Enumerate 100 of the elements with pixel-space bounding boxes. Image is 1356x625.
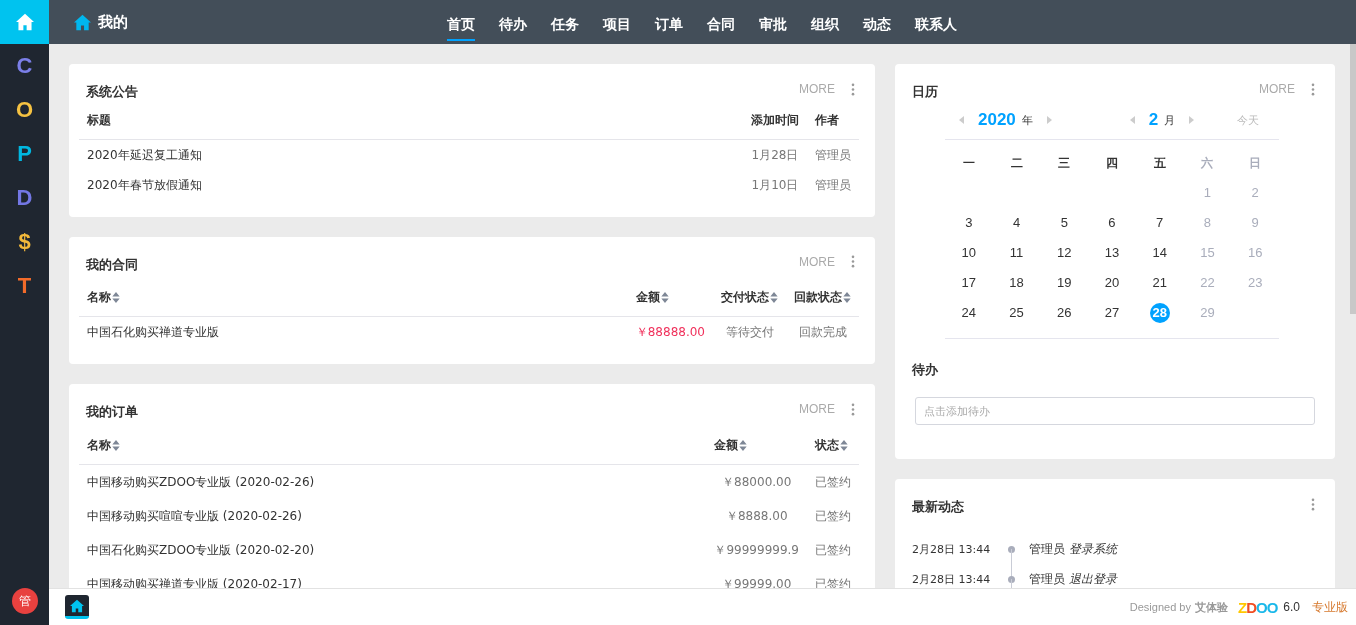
weekday-label: 四 — [1105, 155, 1119, 172]
weekday-label: 三 — [1057, 155, 1072, 172]
calendar-day[interactable]: 3 — [958, 213, 979, 233]
table-cell: ￥8888.00 — [725, 508, 788, 523]
calendar-day[interactable]: 11 — [1006, 243, 1027, 263]
app-letter: D — [16, 185, 33, 211]
calendar-day[interactable]: 10 — [958, 243, 979, 263]
table-cell[interactable]: 中国石化购买禅道专业版 — [87, 325, 219, 339]
next-icon[interactable] — [1046, 116, 1052, 124]
column-header[interactable]: 状态 — [815, 437, 848, 452]
table-cell: ￥88000.00 — [722, 474, 792, 489]
calendar-day[interactable]: 14 — [1149, 243, 1170, 263]
nav-tab[interactable]: 动态 — [863, 3, 891, 41]
column-header[interactable]: 金额 — [635, 290, 669, 304]
more-options-icon[interactable] — [851, 255, 855, 268]
table-cell: 已签约 — [815, 474, 851, 489]
table-cell[interactable]: 2020年延迟复工通知 — [87, 147, 202, 162]
table-cell: 1月28日 — [751, 147, 799, 162]
weekday-label: 一 — [961, 155, 976, 172]
calendar-day[interactable]: 20 — [1102, 273, 1122, 293]
app-button[interactable]: D — [0, 176, 49, 220]
nav-tab[interactable]: 联系人 — [915, 3, 957, 41]
calendar-day[interactable]: 5 — [1054, 213, 1075, 233]
sort-icon[interactable] — [843, 292, 851, 303]
sort-icon[interactable] — [840, 439, 848, 451]
sort-icon[interactable] — [770, 292, 778, 303]
previous-icon[interactable] — [1129, 116, 1135, 124]
calendar-day[interactable]: 27 — [1102, 303, 1122, 323]
home-taskbar-button[interactable] — [65, 595, 89, 619]
home-button[interactable] — [0, 0, 49, 44]
activity-time: 2月28日 13:44 — [912, 541, 992, 557]
nav-tab[interactable]: 任务 — [551, 3, 579, 41]
month-value: 2 — [1148, 110, 1159, 130]
calendar-day[interactable]: 13 — [1102, 243, 1122, 263]
nav-tab[interactable]: 合同 — [707, 3, 735, 41]
table-cell[interactable]: 中国移动购买喧喧专业版 (2020-02-26) — [87, 508, 302, 523]
panel-title: 日历 — [912, 83, 939, 101]
calendar-day[interactable]: 12 — [1054, 243, 1075, 263]
todo-input-field[interactable]: 点击添加待办 — [915, 397, 1315, 425]
weekday-label: 六 — [1200, 155, 1215, 172]
user-avatar[interactable]: 管 — [11, 588, 38, 614]
sort-icon[interactable] — [112, 439, 120, 451]
calendar-day[interactable]: 7 — [1149, 213, 1170, 233]
more-options-icon[interactable] — [1311, 82, 1315, 96]
activity-time: 2月28日 13:44 — [912, 571, 992, 587]
calendar-day[interactable]: 24 — [958, 303, 979, 323]
column-header[interactable]: 金额 — [714, 437, 748, 452]
home-icon — [14, 13, 35, 31]
app-button[interactable]: P — [0, 132, 49, 176]
calendar-day[interactable]: 17 — [958, 273, 979, 293]
calendar-day[interactable]: 4 — [1006, 213, 1027, 233]
app-button[interactable]: $ — [0, 220, 49, 264]
app-button[interactable]: T — [0, 264, 49, 308]
calendar-day[interactable]: 26 — [1054, 303, 1075, 323]
column-header[interactable]: 回款状态 — [794, 290, 851, 304]
panel-title: 我的合同 — [86, 255, 139, 274]
logo-text: ZDOO — [1237, 598, 1278, 616]
nav-tab[interactable]: 项目 — [603, 3, 631, 41]
activity-text: 管理员 退出登录 — [1029, 570, 1117, 588]
calendar-day[interactable]: 19 — [1054, 273, 1075, 293]
home-icon — [69, 598, 85, 613]
nav-tab[interactable]: 组织 — [811, 3, 839, 41]
sort-icon[interactable] — [112, 292, 120, 303]
page-title: 我的 — [98, 12, 128, 32]
app-letter: $ — [18, 229, 31, 255]
sort-icon[interactable] — [660, 292, 669, 303]
panel-title: 我的订单 — [86, 403, 139, 421]
nav-tab[interactable]: 审批 — [759, 3, 787, 41]
app-button[interactable]: C — [0, 44, 49, 88]
calendar-day[interactable]: 6 — [1102, 213, 1122, 233]
nav-tab[interactable]: 订单 — [655, 3, 683, 41]
column-header: 作者 — [815, 112, 839, 127]
more-options-icon[interactable] — [851, 402, 855, 416]
column-header[interactable]: 交付状态 — [721, 290, 778, 304]
table-cell: 管理员 — [815, 177, 851, 192]
calendar-day[interactable]: 21 — [1149, 273, 1170, 293]
app-letter: C — [16, 53, 33, 79]
table-cell: 等待交付 — [725, 325, 774, 339]
sort-icon[interactable] — [739, 439, 748, 451]
table-cell[interactable]: 中国移动购买ZDOO专业版 (2020-02-26) — [87, 474, 315, 489]
nav-tab[interactable]: 首页 — [447, 3, 475, 41]
column-header[interactable]: 名称 — [87, 290, 120, 304]
next-icon[interactable] — [1189, 116, 1195, 124]
more-options-icon[interactable] — [1311, 497, 1315, 511]
table-cell[interactable]: 2020年春节放假通知 — [87, 177, 202, 192]
column-header[interactable]: 名称 — [87, 437, 120, 452]
app-button[interactable]: O — [0, 88, 49, 132]
table-cell: ￥99999999.9 — [714, 542, 799, 557]
column-header: 标题 — [87, 112, 111, 127]
table-cell: 已签约 — [815, 508, 851, 523]
previous-icon[interactable] — [959, 116, 964, 124]
table-cell: ￥88888.00 — [635, 325, 705, 339]
nav-tab[interactable]: 待办 — [499, 3, 527, 41]
table-cell[interactable]: 中国石化购买ZDOO专业版 (2020-02-20) — [87, 542, 315, 557]
weekday-label: 二 — [1009, 155, 1024, 172]
calendar-day[interactable]: 25 — [1006, 303, 1027, 323]
more-options-icon[interactable] — [851, 82, 855, 96]
home-icon — [73, 13, 92, 31]
year-unit: 年 — [1021, 112, 1033, 128]
calendar-day[interactable]: 18 — [1006, 273, 1027, 293]
